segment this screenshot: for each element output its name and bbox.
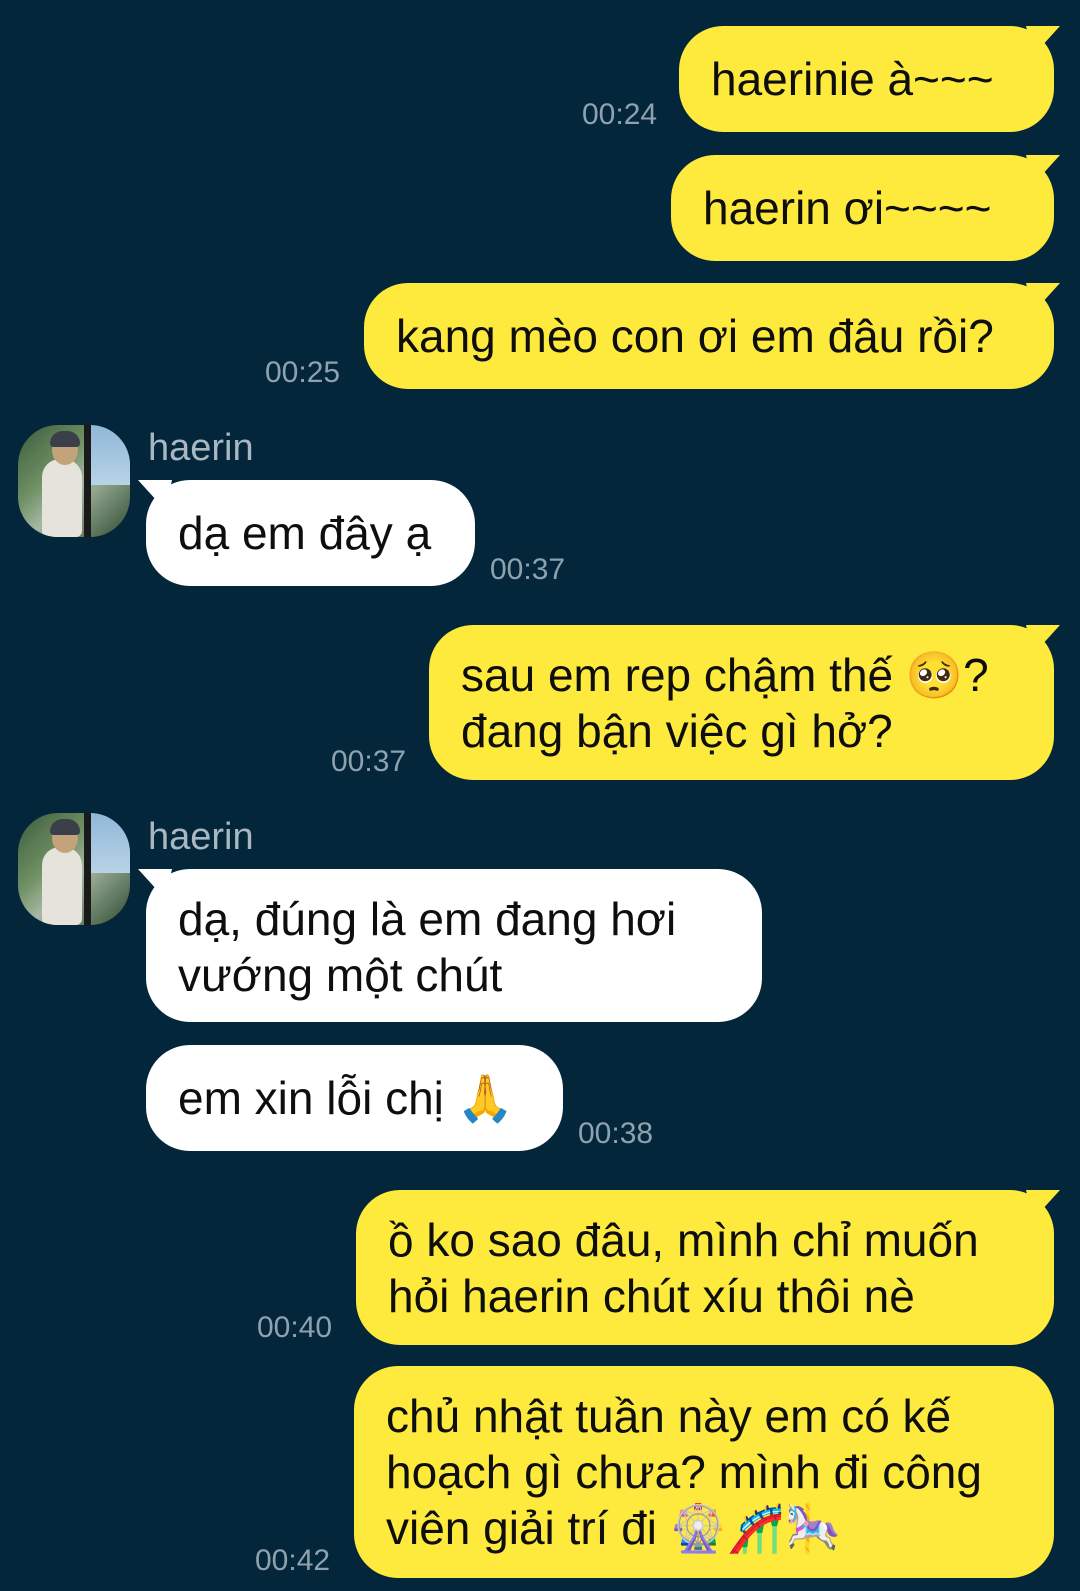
- message-text-line: ồ ko sao đâu, mình chỉ muốn: [388, 1214, 979, 1266]
- message-text-line: vướng một chút: [178, 949, 503, 1001]
- message-text-line: chủ nhật tuần này em có kế: [386, 1390, 952, 1442]
- my-message-bubble[interactable]: kang mèo con ơi em đâu rồi?: [364, 283, 1054, 389]
- message-timestamp: 00:38: [578, 1117, 654, 1150]
- their-message-bubble[interactable]: em xin lỗi chị 🙏: [146, 1045, 563, 1151]
- my-message-bubble[interactable]: haerinie à~~~: [679, 26, 1054, 132]
- message-text: haerin ơi~~~~: [703, 182, 992, 234]
- their-message-bubble[interactable]: dạ, đúng là em đang hơi vướng một chút: [146, 869, 762, 1022]
- sender-name: haerin: [148, 427, 254, 469]
- message-text-line: viên giải trí đi 🎡🎢🎠: [386, 1502, 842, 1554]
- message-timestamp: 00:37: [490, 553, 566, 586]
- chat-thread[interactable]: haerinie à~~~ 00:24 haerin ơi~~~~ kang m…: [0, 0, 1080, 1591]
- message-timestamp: 00:25: [265, 356, 341, 389]
- message-text-line: hoạch gì chưa? mình đi công: [386, 1446, 982, 1498]
- my-message-bubble[interactable]: haerin ơi~~~~: [671, 155, 1054, 261]
- message-text-line: đang bận việc gì hở?: [461, 705, 893, 757]
- message-text-line: sau em rep chậm thế 🥺?: [461, 649, 989, 701]
- contact-avatar[interactable]: [18, 425, 130, 537]
- sender-name: haerin: [148, 816, 254, 858]
- message-text-line: dạ, đúng là em đang hơi: [178, 893, 677, 945]
- message-timestamp: 00:42: [255, 1544, 331, 1577]
- message-text: haerinie à~~~: [711, 53, 994, 105]
- message-timestamp: 00:40: [257, 1311, 333, 1344]
- message-timestamp: 00:24: [582, 98, 658, 131]
- my-message-bubble[interactable]: ồ ko sao đâu, mình chỉ muốn hỏi haerin c…: [356, 1190, 1054, 1345]
- contact-avatar[interactable]: [18, 813, 130, 925]
- message-text: em xin lỗi chị 🙏: [178, 1072, 514, 1124]
- message-text: kang mèo con ơi em đâu rồi?: [396, 310, 994, 362]
- message-text: dạ em đây ạ: [178, 507, 432, 559]
- message-text-line: hỏi haerin chút xíu thôi nè: [388, 1270, 915, 1322]
- message-timestamp: 00:37: [331, 745, 407, 778]
- their-message-bubble[interactable]: dạ em đây ạ: [146, 480, 475, 586]
- my-message-bubble[interactable]: chủ nhật tuần này em có kế hoạch gì chưa…: [354, 1366, 1054, 1578]
- my-message-bubble[interactable]: sau em rep chậm thế 🥺? đang bận việc gì …: [429, 625, 1054, 780]
